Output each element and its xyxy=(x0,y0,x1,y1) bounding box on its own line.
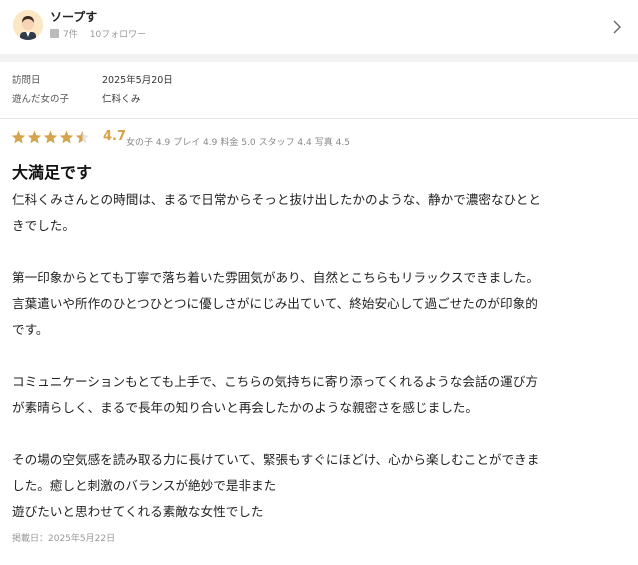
review-line: 第一印象からとても丁寧で落ち着いた雰囲気があり、自然とこちらもリラックスできまし… xyxy=(12,270,540,285)
visit-date-label: 訪問日 xyxy=(12,75,41,86)
review-body: 仁科くみさんとの時間は、まるで日常からそっと抜け出したかのような、静かで濃密なひ… xyxy=(0,185,638,525)
review-line: が素晴らしく、まるで長年の知り合いと再会したかのような親密さを感じました。 xyxy=(12,400,478,415)
star-rating xyxy=(11,130,90,145)
star-icon xyxy=(75,130,90,144)
review-paragraph: その場の空気感を読み取る力に長けていて、緊張もすぐにほどけ、心から楽しむことがで… xyxy=(12,447,624,525)
section-divider xyxy=(0,54,638,62)
review-line: その場の空気感を読み取る力に長けていて、緊張もすぐにほどけ、心から楽しむことがで… xyxy=(12,452,540,467)
review-line: した。癒しと刺激のバランスが絶妙で是非また xyxy=(12,478,277,493)
rating-breakdown: 女の子 4.9 プレイ 4.9 料金 5.0 スタッフ 4.4 写真 4.5 xyxy=(126,135,353,148)
document-icon xyxy=(50,29,59,38)
review-paragraph: 第一印象からとても丁寧で落ち着いた雰囲気があり、自然とこちらもリラックスできまし… xyxy=(12,265,624,343)
review-line: 言葉遣いや所作のひとつひとつに優しさがにじみ出ていて、終始安心して過ごせたのが印… xyxy=(12,296,538,311)
rating-breakdown-item: スタッフ 4.4 xyxy=(258,138,312,148)
review-title: 大満足です xyxy=(12,163,93,182)
star-icon xyxy=(11,130,26,144)
review-line: 遊びたいと思わせてくれる素敵な女性でした xyxy=(12,504,264,519)
visited-girl-value[interactable]: 仁科くみ xyxy=(102,91,140,105)
star-icon xyxy=(43,130,58,144)
star-icon xyxy=(59,130,74,144)
reviewer-header[interactable]: ソープす 7件 10フォロワー xyxy=(0,0,638,54)
reviewer-meta: 7件 10フォロワー xyxy=(50,27,146,40)
review-paragraph: 仁科くみさんとの時間は、まるで日常からそっと抜け出したかのような、静かで濃密なひ… xyxy=(12,187,624,239)
post-count: 7件 xyxy=(63,30,78,40)
rating-breakdown-item: 料金 5.0 xyxy=(220,138,256,148)
visit-date-row: 訪問日 2025年5月20日 xyxy=(0,68,638,87)
visited-girl-label: 遊んだ女の子 xyxy=(12,94,70,105)
overall-rating: 4.7 xyxy=(103,129,127,144)
visited-girl-row: 遊んだ女の子 仁科くみ xyxy=(0,87,638,106)
posted-date: 掲載日：2025年5月22日 xyxy=(12,534,116,544)
visit-info: 訪問日 2025年5月20日 遊んだ女の子 仁科くみ xyxy=(0,62,638,110)
review-paragraph: コミュニケーションもとても上手で、こちらの気持ちに寄り添ってくれるような会話の運… xyxy=(12,369,624,421)
rating-summary: 4.7 女の子 4.9 プレイ 4.9 料金 5.0 スタッフ 4.4 写真 4.5 xyxy=(0,119,638,155)
review-line: です。 xyxy=(12,322,49,337)
rating-breakdown-item: 写真 4.5 xyxy=(314,138,350,148)
star-icon xyxy=(27,130,42,144)
reviewer-name[interactable]: ソープす xyxy=(50,8,97,25)
reviewer-avatar[interactable] xyxy=(13,10,43,40)
rating-breakdown-item: 女の子 4.9 xyxy=(126,138,171,148)
chevron-right-icon[interactable] xyxy=(610,20,624,34)
review-line: コミュニケーションもとても上手で、こちらの気持ちに寄り添ってくれるような会話の運… xyxy=(12,374,538,389)
follower-count: 10フォロワー xyxy=(89,30,147,40)
visit-date-value: 2025年5月20日 xyxy=(102,75,173,86)
review-line: 仁科くみさんとの時間は、まるで日常からそっと抜け出したかのような、静かで濃密なひ… xyxy=(12,192,541,207)
review-line: きでした。 xyxy=(12,218,75,233)
rating-breakdown-item: プレイ 4.9 xyxy=(173,138,218,148)
